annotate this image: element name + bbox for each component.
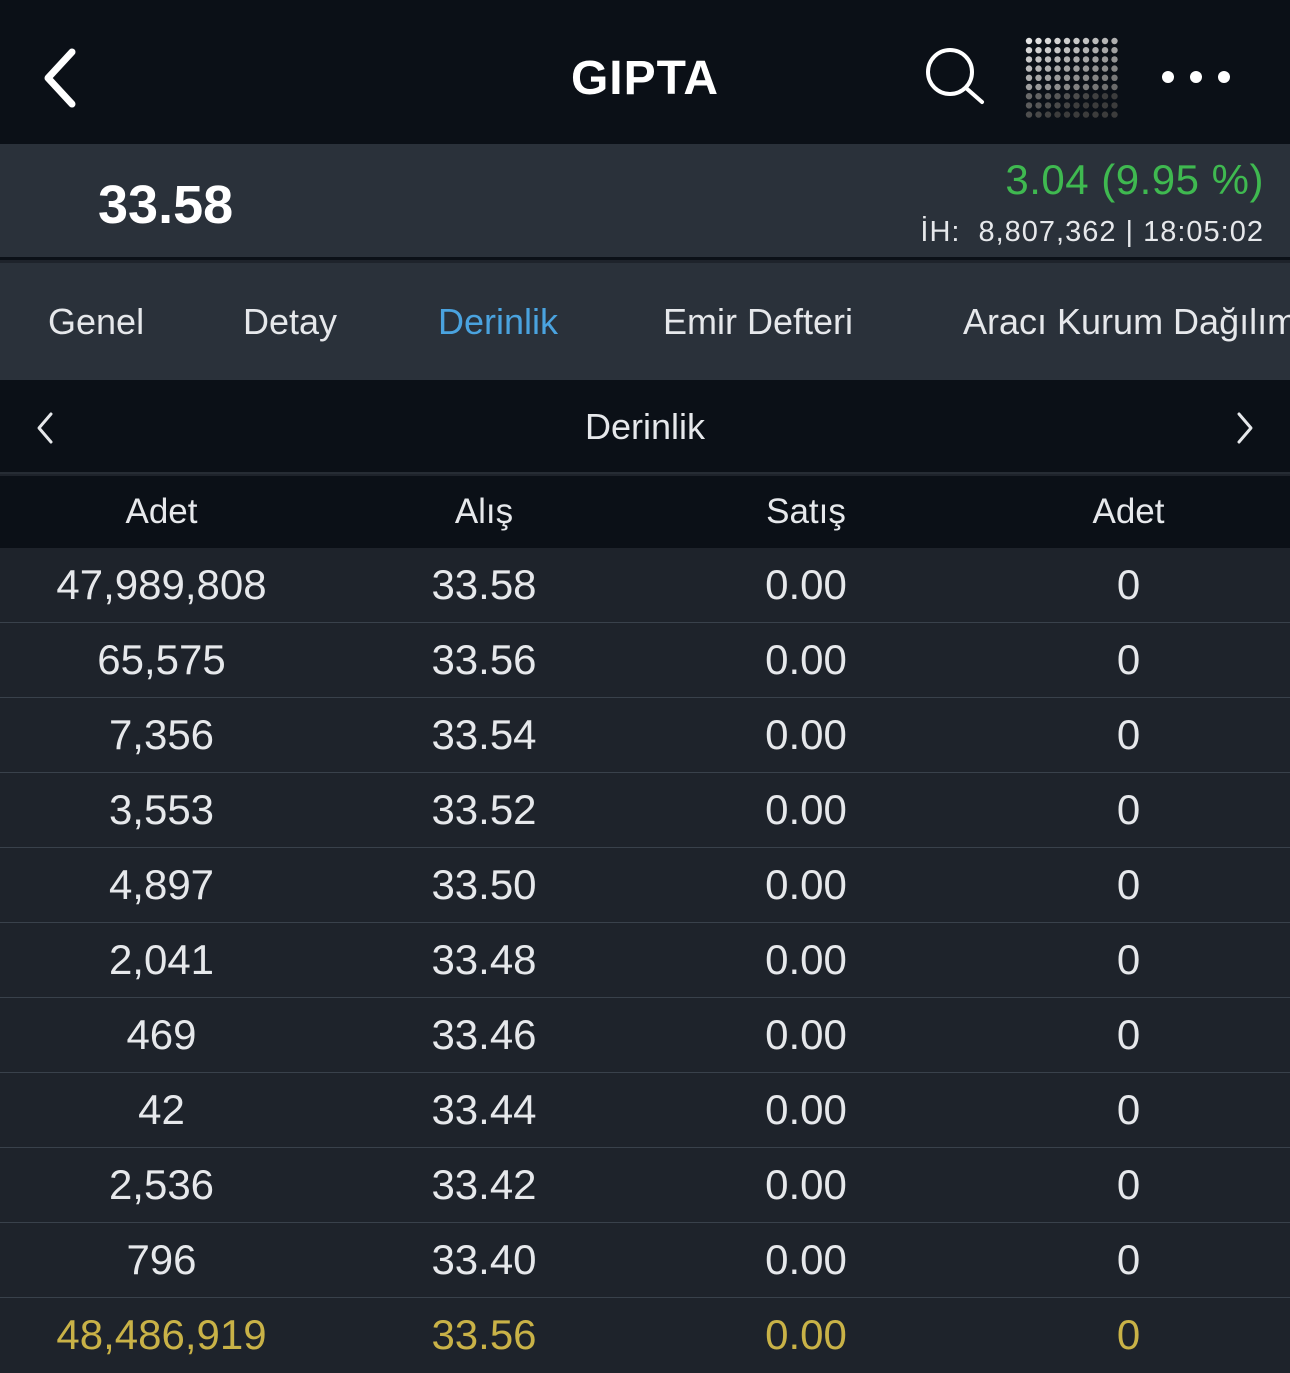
ask-quantity-cell: 0 xyxy=(1116,1011,1141,1058)
bid-quantity-cell: 7,356 xyxy=(108,711,215,758)
ask-price-cell: 0.00 xyxy=(765,1011,847,1058)
bid-price-cell: 33.44 xyxy=(431,1086,537,1133)
ask-price-cell: 0.00 xyxy=(765,561,847,608)
bid-price-cell: 33.46 xyxy=(431,1011,537,1058)
bid-quantity-cell: 65,575 xyxy=(97,636,226,683)
tab-emir-defteri[interactable]: Emir Defteri xyxy=(663,301,853,343)
depth-table-header: Adet Alış Satış Adet xyxy=(0,476,1290,548)
bid-quantity-cell: 4,897 xyxy=(108,861,215,908)
ask-price-cell: 0.00 xyxy=(765,786,847,833)
ask-price-cell: 0.00 xyxy=(765,1086,847,1133)
tab-genel[interactable]: Genel xyxy=(48,301,144,343)
column-header-bid: Alış xyxy=(454,492,514,531)
ask-quantity-cell: 0 xyxy=(1116,1086,1141,1133)
section-tabs: Genel Detay Derinlik Emir Defteri Aracı … xyxy=(0,263,1290,380)
bid-quantity-cell: 796 xyxy=(126,1236,197,1283)
price-change: 3.04 (9.95 %) xyxy=(1005,156,1264,203)
table-row[interactable]: 65,575 33.56 0.00 0 xyxy=(0,623,1290,698)
bid-quantity-cell: 3,553 xyxy=(108,786,215,833)
tab-araci-kurum-dagilim[interactable]: Aracı Kurum Dağılım xyxy=(963,301,1290,343)
search-button[interactable] xyxy=(920,44,990,108)
volume-time-line: İH: 8,807,362 | 18:05:02 xyxy=(920,216,1264,249)
average-ask-price: 0.00 xyxy=(765,1311,847,1358)
more-options-button[interactable] xyxy=(1150,52,1246,102)
next-view-button[interactable] xyxy=(1220,400,1270,456)
depth-subheader: Derinlik xyxy=(0,380,1290,474)
ask-price-cell: 0.00 xyxy=(765,711,847,758)
price-summary: 33.58 3.04 (9.95 %) İH: 8,807,362 | 18:05… xyxy=(0,144,1290,260)
tab-detay[interactable]: Detay xyxy=(243,301,337,343)
bid-quantity-cell: 42 xyxy=(138,1086,185,1133)
table-row[interactable]: 42 33.44 0.00 0 xyxy=(0,1073,1290,1148)
top-navigation-bar: GIPTA xyxy=(0,0,1290,144)
table-row[interactable]: 469 33.46 0.00 0 xyxy=(0,998,1290,1073)
table-row[interactable]: 3,553 33.52 0.00 0 xyxy=(0,773,1290,848)
market-heatmap-button[interactable] xyxy=(1024,36,1120,120)
previous-view-button[interactable] xyxy=(20,400,70,456)
chevron-left-icon xyxy=(44,48,76,108)
dot-grid-icon xyxy=(1025,37,1118,118)
ask-quantity-cell: 0 xyxy=(1116,861,1141,908)
bid-price-cell: 33.56 xyxy=(431,636,537,683)
more-horizontal-icon xyxy=(1162,71,1230,83)
table-row[interactable]: 796 33.40 0.00 0 xyxy=(0,1223,1290,1298)
ask-quantity-cell: 0 xyxy=(1116,636,1141,683)
table-row[interactable]: 2,536 33.42 0.00 0 xyxy=(0,1148,1290,1223)
tab-derinlik[interactable]: Derinlik xyxy=(438,301,558,343)
last-price: 33.58 xyxy=(98,175,234,235)
table-row[interactable]: 2,041 33.48 0.00 0 xyxy=(0,923,1290,998)
volume-time-value: 8,807,362 | 18:05:02 xyxy=(978,216,1264,248)
ask-quantity-cell: 0 xyxy=(1116,1236,1141,1283)
column-header-ask-quantity: Adet xyxy=(1092,492,1165,531)
ask-quantity-cell: 0 xyxy=(1116,1161,1141,1208)
ask-quantity-cell: 0 xyxy=(1116,786,1141,833)
bid-price-cell: 33.50 xyxy=(431,861,537,908)
bid-price-cell: 33.42 xyxy=(431,1161,537,1208)
bid-quantity-cell: 469 xyxy=(126,1011,197,1058)
bid-price-cell: 33.40 xyxy=(431,1236,537,1283)
ask-price-cell: 0.00 xyxy=(765,1236,847,1283)
total-row: 48,486,919 33.56 0.00 0 xyxy=(0,1298,1290,1373)
bid-price-cell: 33.58 xyxy=(431,561,537,608)
column-header-ask: Satış xyxy=(766,492,846,531)
ask-price-cell: 0.00 xyxy=(765,1161,847,1208)
table-row[interactable]: 4,897 33.50 0.00 0 xyxy=(0,848,1290,923)
search-icon xyxy=(926,48,984,104)
bid-quantity-cell: 2,536 xyxy=(108,1161,215,1208)
total-ask-quantity: 0 xyxy=(1116,1311,1141,1358)
back-button[interactable] xyxy=(30,40,90,116)
depth-title: Derinlik xyxy=(584,406,706,447)
bid-price-cell: 33.48 xyxy=(431,936,537,983)
table-row[interactable]: 7,356 33.54 0.00 0 xyxy=(0,698,1290,773)
ask-quantity-cell: 0 xyxy=(1116,561,1141,608)
depth-table-body: 47,989,808 33.58 0.00 0 65,575 33.56 0.0… xyxy=(0,548,1290,1373)
bid-quantity-cell: 2,041 xyxy=(108,936,215,983)
ask-price-cell: 0.00 xyxy=(765,936,847,983)
ask-quantity-cell: 0 xyxy=(1116,711,1141,758)
ask-price-cell: 0.00 xyxy=(765,636,847,683)
bid-price-cell: 33.54 xyxy=(431,711,537,758)
bid-price-cell: 33.52 xyxy=(431,786,537,833)
total-bid-quantity: 48,486,919 xyxy=(56,1311,267,1358)
volume-label: İH: xyxy=(920,216,961,248)
bid-quantity-cell: 47,989,808 xyxy=(56,561,267,608)
average-bid-price: 33.56 xyxy=(431,1311,537,1358)
table-row[interactable]: 47,989,808 33.58 0.00 0 xyxy=(0,548,1290,623)
ask-quantity-cell: 0 xyxy=(1116,936,1141,983)
ask-price-cell: 0.00 xyxy=(765,861,847,908)
column-header-bid-quantity: Adet xyxy=(125,492,198,531)
chevron-left-icon xyxy=(37,412,53,444)
chevron-right-icon xyxy=(1237,412,1253,444)
